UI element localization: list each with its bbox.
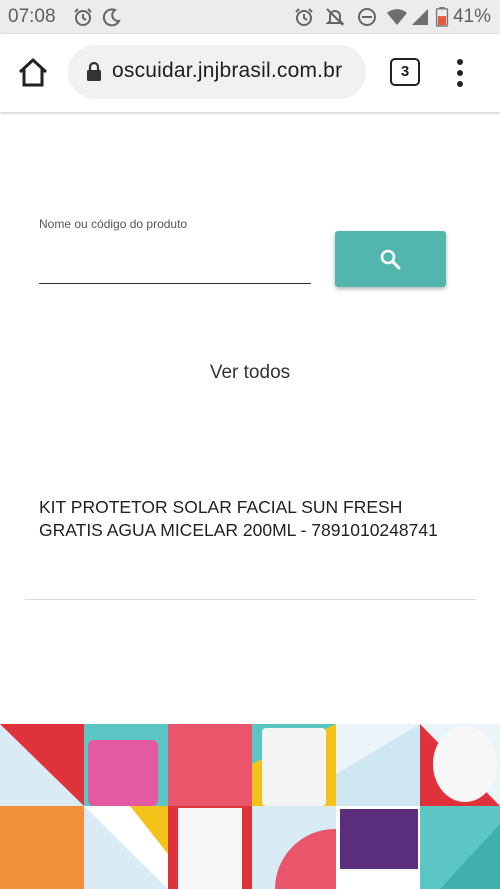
- divider: [25, 599, 476, 600]
- alarm-icon: [74, 8, 92, 26]
- do-not-disturb-moon-icon: [102, 8, 121, 27]
- search-button[interactable]: [335, 231, 446, 287]
- brand-mosaic-banner: [0, 724, 500, 889]
- browser-toolbar: oscuidar.jnjbrasil.com.br 3: [0, 34, 500, 112]
- status-bar: 07:08 41%: [0, 0, 500, 34]
- status-time: 07:08: [8, 6, 56, 27]
- ver-todos-link[interactable]: Ver todos: [0, 362, 500, 384]
- notifications-off-icon: [325, 8, 345, 26]
- menu-dot: [457, 59, 463, 65]
- home-icon[interactable]: [16, 56, 50, 90]
- do-not-disturb-icon: [358, 8, 376, 26]
- menu-dot: [457, 81, 463, 87]
- product-result-title[interactable]: KIT PROTETOR SOLAR FACIAL SUN FRESH GRAT…: [39, 496, 469, 542]
- product-search-input[interactable]: [39, 236, 311, 284]
- lock-icon: [87, 62, 101, 81]
- tab-switcher-button[interactable]: 3: [390, 58, 420, 86]
- menu-dot: [457, 70, 463, 76]
- wifi-icon: [387, 9, 407, 25]
- alarm-icon-2: [295, 8, 313, 26]
- address-bar[interactable]: oscuidar.jnjbrasil.com.br: [68, 45, 366, 99]
- battery-icon: [435, 7, 449, 27]
- search-label: Nome ou código do produto: [39, 217, 188, 231]
- signal-icon: [412, 9, 428, 25]
- battery-percentage: 41%: [452, 6, 491, 27]
- brand-mosaic-image: [0, 724, 500, 889]
- overflow-menu-icon[interactable]: [450, 56, 470, 90]
- search-icon: [380, 249, 401, 270]
- url-text: oscuidar.jnjbrasil.com.br: [112, 59, 343, 82]
